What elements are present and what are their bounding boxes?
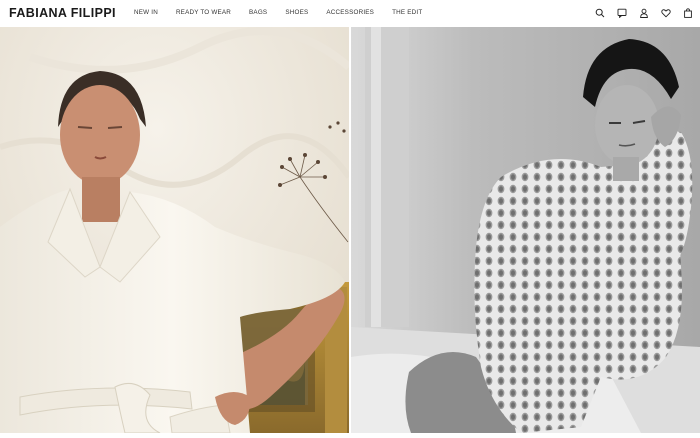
main-nav: NEW IN READY TO WEAR BAGS SHOES ACCESSOR… (134, 9, 440, 16)
account-icon[interactable] (639, 7, 649, 18)
wishlist-icon[interactable] (661, 7, 671, 18)
nav-ready-to-wear[interactable]: READY TO WEAR (176, 9, 231, 16)
chat-icon[interactable] (617, 7, 627, 18)
site-header: FABIANA FILIPPI NEW IN READY TO WEAR BAG… (0, 0, 700, 27)
nav-accessories[interactable]: ACCESSORIES (326, 9, 374, 16)
hero-banner (0, 27, 700, 433)
brand-logo[interactable]: FABIANA FILIPPI (9, 6, 116, 20)
coat-look-image (0, 27, 349, 433)
nav-shoes[interactable]: SHOES (285, 9, 308, 16)
search-icon[interactable] (595, 7, 605, 18)
nav-new-in[interactable]: NEW IN (134, 9, 158, 16)
header-actions (595, 7, 693, 18)
hero-image-left[interactable] (0, 27, 349, 433)
bag-icon[interactable] (683, 7, 693, 18)
nav-the-edit[interactable]: THE EDIT (392, 9, 422, 16)
hero-image-right[interactable] (351, 27, 700, 433)
knit-look-image (351, 27, 700, 433)
nav-bags[interactable]: BAGS (249, 9, 267, 16)
